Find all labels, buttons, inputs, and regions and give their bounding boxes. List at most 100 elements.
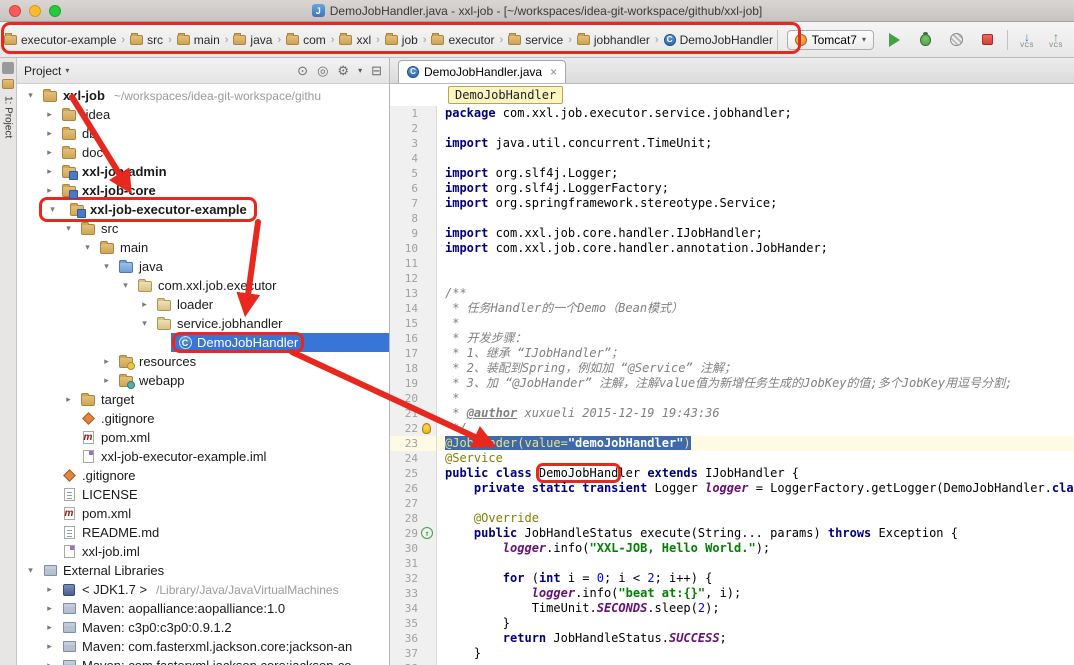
gutter[interactable]: 10 (390, 241, 437, 256)
tool-window-icon[interactable] (2, 62, 14, 74)
breadcrumb-item-main[interactable]: main (175, 31, 222, 49)
tree-item-service.jobhandler[interactable]: ▾service.jobhandler (17, 314, 389, 333)
code-line-26[interactable]: 26 private static transient Logger logge… (390, 481, 1074, 496)
tree-item-readme.md[interactable]: README.md (17, 523, 389, 542)
breadcrumb-item-xxl[interactable]: xxl (337, 31, 373, 49)
gutter[interactable]: 20 (390, 391, 437, 406)
tree-item-external-libraries[interactable]: ▾External Libraries (17, 561, 389, 580)
project-tool-window-button[interactable]: 1: Project (3, 96, 14, 138)
code-line-34[interactable]: 34 TimeUnit.SECONDS.sleep(2); (390, 601, 1074, 616)
gutter[interactable]: 3 (390, 136, 437, 151)
collapsed-arrow-icon[interactable]: ▸ (99, 375, 114, 386)
tree-item-maven-aopalliance-aopalliance-1.0[interactable]: ▸Maven: aopalliance:aopalliance:1.0 (17, 599, 389, 618)
minimize-button[interactable] (29, 5, 41, 17)
tree-item-maven-c3p0-c3p0-0.9.1.2[interactable]: ▸Maven: c3p0:c3p0:0.9.1.2 (17, 618, 389, 637)
code-line-37[interactable]: 37 } (390, 646, 1074, 661)
tree-item-license[interactable]: LICENSE (17, 485, 389, 504)
collapsed-arrow-icon[interactable]: ▸ (42, 166, 57, 177)
run-configuration-select[interactable]: Tomcat7 ▾ (787, 30, 874, 50)
tree-item-xxl-job-executor-example[interactable]: ▾xxl-job-executor-example (17, 200, 389, 219)
gutter[interactable]: 7 (390, 196, 437, 211)
tree-item-db[interactable]: ▸db (17, 124, 389, 143)
tree-item-demojobhandler[interactable]: CDemoJobHandler (17, 333, 389, 352)
gutter[interactable]: 22 (390, 421, 437, 436)
code-line-6[interactable]: 6import org.slf4j.LoggerFactory; (390, 181, 1074, 196)
gutter[interactable]: 28 (390, 511, 437, 526)
code-line-17[interactable]: 17 * 1、继承 “IJobHandler”； (390, 346, 1074, 361)
debug-button[interactable] (914, 29, 936, 51)
code-line-19[interactable]: 19 * 3、加 “@JobHander” 注解，注解value值为新增任务生成… (390, 376, 1074, 391)
gutter[interactable]: 25 (390, 466, 437, 481)
collapsed-arrow-icon[interactable]: ▸ (137, 299, 152, 310)
gutter[interactable]: 2 (390, 121, 437, 136)
code-line-3[interactable]: 3import java.util.concurrent.TimeUnit; (390, 136, 1074, 151)
tree-item-maven-com.fasterxml.jackson.core-jackson-co[interactable]: ▸Maven: com.fasterxml.jackson.core:jacks… (17, 656, 389, 665)
expanded-arrow-icon[interactable]: ▾ (99, 261, 114, 272)
tree-item-src[interactable]: ▾src (17, 219, 389, 238)
gutter[interactable]: 29↑ (390, 526, 437, 541)
close-tab-icon[interactable]: × (550, 65, 557, 79)
expanded-arrow-icon[interactable]: ▾ (137, 318, 152, 329)
gutter[interactable]: 35 (390, 616, 437, 631)
code-line-28[interactable]: 28 @Override (390, 511, 1074, 526)
code-line-15[interactable]: 15 * (390, 316, 1074, 331)
expanded-arrow-icon[interactable]: ▾ (61, 223, 76, 234)
tree-item-main[interactable]: ▾main (17, 238, 389, 257)
expanded-arrow-icon[interactable]: ▾ (23, 90, 38, 101)
gutter[interactable]: 38 (390, 661, 437, 665)
gutter[interactable]: 4 (390, 151, 437, 166)
expanded-arrow-icon[interactable]: ▾ (45, 204, 60, 215)
gutter[interactable]: 36 (390, 631, 437, 646)
vcs-update-button[interactable]: ↓ VCS (1017, 31, 1037, 49)
code-line-27[interactable]: 27 (390, 496, 1074, 511)
settings-gear-icon[interactable]: ⚙ (337, 63, 349, 79)
tree-item-.gitignore[interactable]: .gitignore (17, 409, 389, 428)
collapsed-arrow-icon[interactable]: ▸ (42, 641, 57, 652)
expanded-arrow-icon[interactable]: ▾ (118, 280, 133, 291)
tree-item-pom.xml[interactable]: mpom.xml (17, 504, 389, 523)
collapsed-arrow-icon[interactable]: ▸ (42, 622, 57, 633)
code-line-16[interactable]: 16 * 开发步骤： (390, 331, 1074, 346)
breadcrumb-item-java[interactable]: java (231, 31, 274, 49)
tree-item-xxl-job-core[interactable]: ▸xxl-job-core (17, 181, 389, 200)
code-line-35[interactable]: 35 } (390, 616, 1074, 631)
code-line-23[interactable]: 23@JobHander(value="demoJobHandler") (390, 436, 1074, 451)
locate-icon[interactable]: ⊙ (297, 63, 308, 79)
code-line-4[interactable]: 4 (390, 151, 1074, 166)
code-line-12[interactable]: 12 (390, 271, 1074, 286)
vcs-commit-button[interactable]: ↑ VCS (1046, 31, 1066, 49)
breadcrumb-item-src[interactable]: src (128, 31, 165, 49)
gutter[interactable]: 27 (390, 496, 437, 511)
tree-item-loader[interactable]: ▸loader (17, 295, 389, 314)
collapsed-arrow-icon[interactable]: ▸ (42, 128, 57, 139)
code-line-31[interactable]: 31 (390, 556, 1074, 571)
tree-item-.idea[interactable]: ▸.idea (17, 105, 389, 124)
code-line-33[interactable]: 33 logger.info("beat at:{}", i); (390, 586, 1074, 601)
collapsed-arrow-icon[interactable]: ▸ (42, 603, 57, 614)
code-line-30[interactable]: 30 logger.info("XXL-JOB, Hello World."); (390, 541, 1074, 556)
tree-item-jdk1.7[interactable]: ▸< JDK1.7 >/Library/Java/JavaVirtualMach… (17, 580, 389, 599)
tree-item-pom.xml[interactable]: mpom.xml (17, 428, 389, 447)
tree-item-doc[interactable]: ▸doc (17, 143, 389, 162)
code-line-13[interactable]: 13/** (390, 286, 1074, 301)
close-button[interactable] (9, 5, 21, 17)
gutter[interactable]: 14 (390, 301, 437, 316)
code-line-36[interactable]: 36 return JobHandleStatus.SUCCESS; (390, 631, 1074, 646)
code-line-9[interactable]: 9import com.xxl.job.core.handler.IJobHan… (390, 226, 1074, 241)
tree-item-xxl-job-admin[interactable]: ▸xxl-job-admin (17, 162, 389, 181)
code-line-8[interactable]: 8 (390, 211, 1074, 226)
stop-button[interactable] (976, 29, 998, 51)
gutter[interactable]: 17 (390, 346, 437, 361)
gutter[interactable]: 33 (390, 586, 437, 601)
code-line-14[interactable]: 14 * 任务Handler的一个Demo（Bean模式） (390, 301, 1074, 316)
override-method-icon[interactable]: ↑ (421, 527, 433, 539)
tree-item-maven-com.fasterxml.jackson.core-jackson-an[interactable]: ▸Maven: com.fasterxml.jackson.core:jacks… (17, 637, 389, 656)
code-line-2[interactable]: 2 (390, 121, 1074, 136)
gutter[interactable]: 21 (390, 406, 437, 421)
code-line-5[interactable]: 5import org.slf4j.Logger; (390, 166, 1074, 181)
gutter[interactable]: 11 (390, 256, 437, 271)
tab-demojobhandler[interactable]: C DemoJobHandler.java × (398, 60, 566, 83)
gutter[interactable]: 6 (390, 181, 437, 196)
code-line-10[interactable]: 10import com.xxl.job.core.handler.annota… (390, 241, 1074, 256)
gutter[interactable]: 9 (390, 226, 437, 241)
